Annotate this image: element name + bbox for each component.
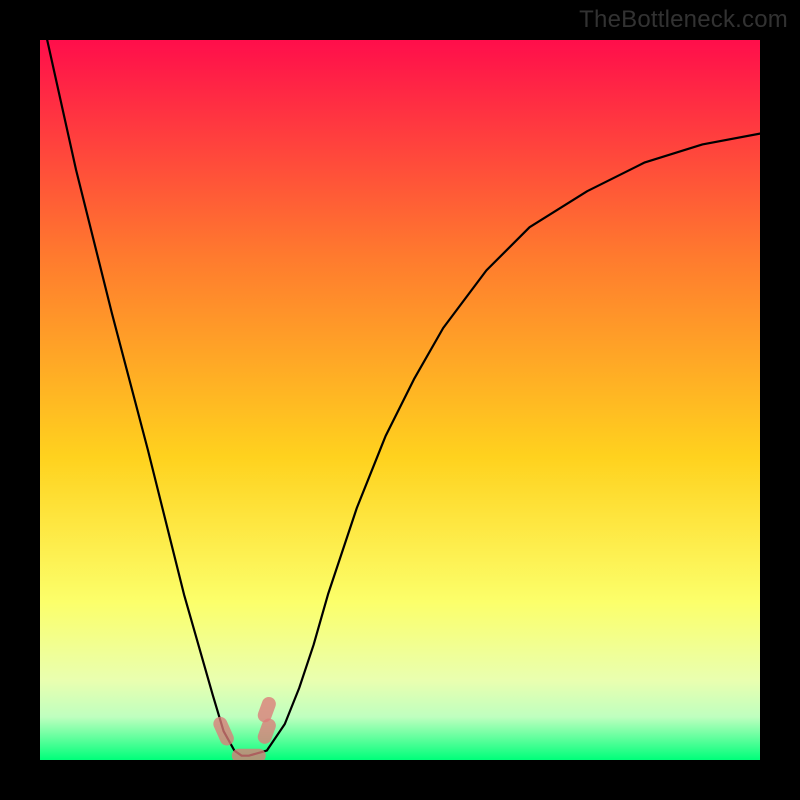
data-marker: [256, 695, 278, 724]
watermark-text: TheBottleneck.com: [579, 6, 788, 34]
data-marker: [232, 749, 266, 760]
bottleneck-curve: [40, 40, 760, 760]
data-marker: [211, 715, 236, 748]
chart-stage: TheBottleneck.com: [0, 0, 800, 800]
plot-area: [40, 40, 760, 760]
